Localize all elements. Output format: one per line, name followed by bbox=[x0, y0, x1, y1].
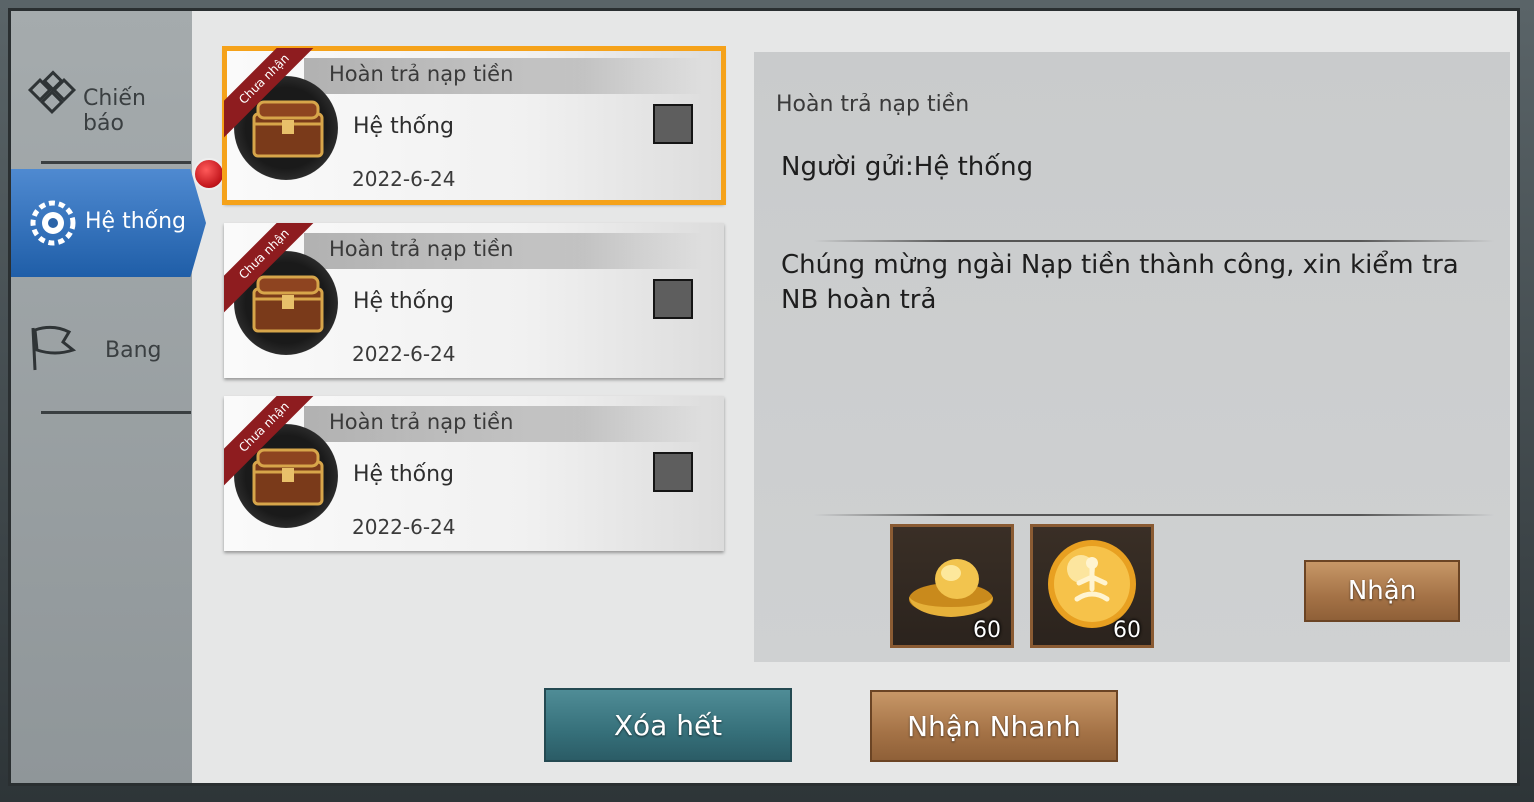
delete-all-button[interactable]: Xóa hết bbox=[544, 688, 792, 762]
system-gear-icon bbox=[30, 200, 76, 246]
sidebar: Chiến báo Hệ thống Bang bbox=[11, 11, 206, 783]
claim-button[interactable]: Nhận bbox=[1304, 560, 1460, 622]
reward-slot[interactable]: 60 bbox=[1030, 524, 1154, 648]
mail-item[interactable]: Chưa nhận Hoàn trả nạp tiền Hệ thống 202… bbox=[224, 396, 724, 551]
mail-sender: Hệ thống bbox=[353, 462, 455, 487]
detail-body: Chúng mừng ngài Nạp tiền thành công, xin… bbox=[781, 250, 1459, 315]
mail-checkbox[interactable] bbox=[653, 104, 693, 144]
divider bbox=[814, 514, 1494, 516]
tab-he-thong[interactable]: Hệ thống bbox=[11, 169, 206, 277]
mail-detail-pane: Hoàn trả nạp tiền Người gửi:Hệ thống Chú… bbox=[754, 52, 1510, 662]
mail-item[interactable]: Chưa nhận Hoàn trả nạp tiền Hệ thống 202… bbox=[222, 46, 726, 205]
tab-divider bbox=[41, 161, 191, 164]
quick-claim-button[interactable]: Nhận Nhanh bbox=[870, 690, 1118, 762]
tab-label-bang: Bang bbox=[105, 338, 162, 363]
mail-item[interactable]: Chưa nhận Hoàn trả nạp tiền Hệ thống 202… bbox=[224, 223, 724, 378]
guild-banner-icon bbox=[31, 325, 77, 371]
mail-sender: Hệ thống bbox=[353, 289, 455, 314]
battle-report-icon bbox=[27, 70, 77, 115]
tab-bang[interactable]: Bang bbox=[11, 296, 192, 406]
mail-date: 2022-6-24 bbox=[352, 167, 456, 191]
mail-checkbox[interactable] bbox=[653, 452, 693, 492]
notification-dot bbox=[193, 158, 225, 190]
detail-title: Hoàn trả nạp tiền bbox=[776, 92, 970, 117]
mail-title: Hoàn trả nạp tiền bbox=[329, 62, 514, 86]
detail-sender: Người gửi:Hệ thống bbox=[781, 152, 1034, 182]
reward-quantity: 60 bbox=[973, 618, 1001, 643]
mail-sender: Hệ thống bbox=[353, 114, 455, 139]
tab-chien-bao[interactable]: Chiến báo bbox=[11, 41, 192, 151]
mail-title: Hoàn trả nạp tiền bbox=[329, 237, 514, 261]
reward-quantity: 60 bbox=[1113, 618, 1141, 643]
mail-date: 2022-6-24 bbox=[352, 515, 456, 539]
mail-checkbox[interactable] bbox=[653, 279, 693, 319]
divider bbox=[814, 240, 1494, 242]
treasure-chest-icon bbox=[252, 275, 324, 333]
tab-divider bbox=[41, 411, 191, 414]
treasure-chest-icon bbox=[252, 448, 324, 506]
mail-date: 2022-6-24 bbox=[352, 342, 456, 366]
reward-slot[interactable]: 60 bbox=[890, 524, 1014, 648]
mail-title: Hoàn trả nạp tiền bbox=[329, 410, 514, 434]
treasure-chest-icon bbox=[252, 100, 324, 158]
tab-label-chien-bao: Chiến báo bbox=[83, 86, 146, 136]
tab-label-he-thong: Hệ thống bbox=[85, 209, 187, 234]
